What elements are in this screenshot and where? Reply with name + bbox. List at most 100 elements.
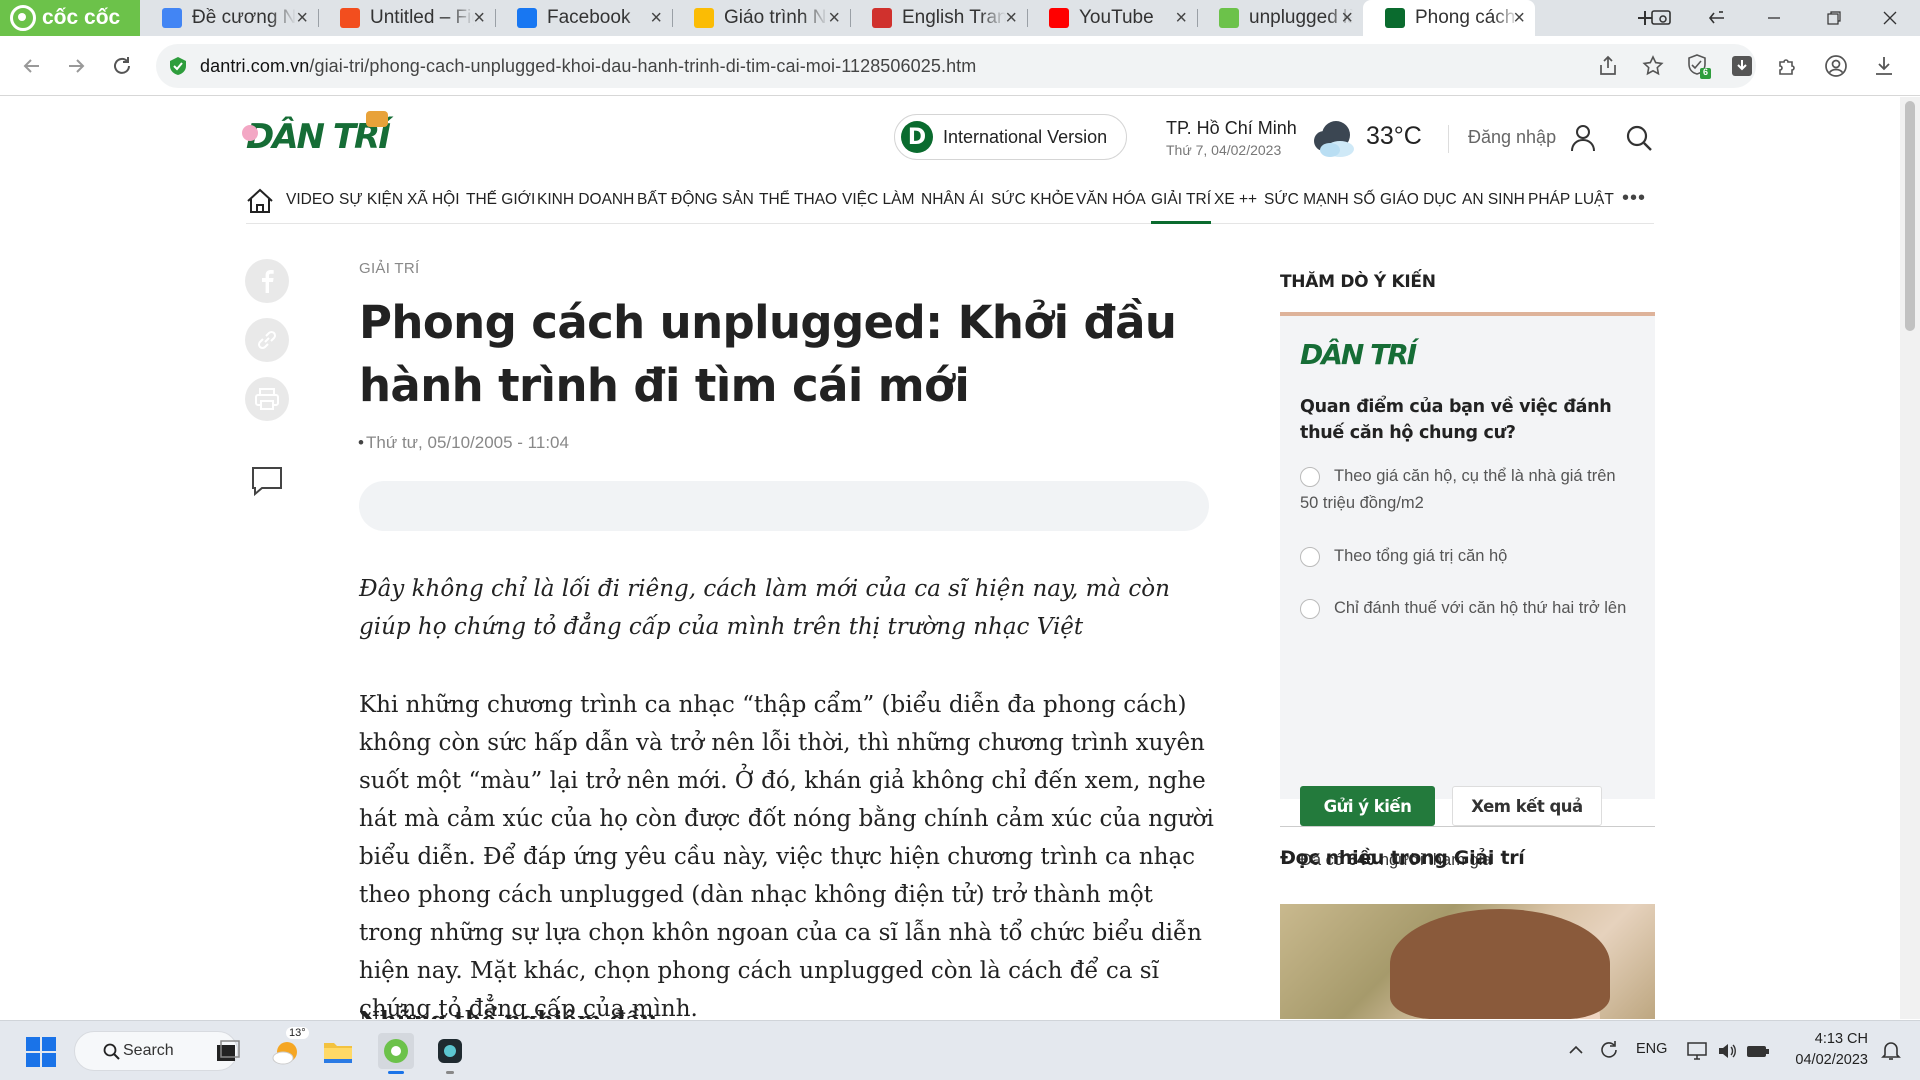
tab-search-icon-wrap[interactable] <box>1634 0 1690 36</box>
poll-option[interactable]: Theo giá căn hộ, cụ thể là nhà giá trên … <box>1300 463 1630 517</box>
reload-button[interactable] <box>106 50 138 82</box>
network-icon[interactable] <box>1686 1040 1708 1062</box>
menu-item[interactable]: VIỆC LÀM <box>842 191 914 209</box>
page-scrollbar[interactable] <box>1900 97 1920 1019</box>
start-button[interactable] <box>26 1037 56 1067</box>
article-category[interactable]: GIẢI TRÍ <box>359 260 419 277</box>
international-version-button[interactable]: D International Version <box>894 114 1127 160</box>
notification-bell-icon[interactable] <box>1880 1040 1902 1062</box>
clock-time[interactable]: 4:13 CH <box>1790 1031 1868 1047</box>
copy-link-button[interactable] <box>245 318 289 362</box>
close-window-button[interactable] <box>1862 0 1918 36</box>
tab-title: Giáo trình NH <box>724 7 828 28</box>
close-tab-icon[interactable]: × <box>473 7 485 30</box>
minimize-button[interactable] <box>1746 0 1802 36</box>
bookmark-button[interactable] <box>1639 52 1667 80</box>
menu-item[interactable]: VIDEO <box>286 191 334 209</box>
view-results-button[interactable]: Xem kết quả <box>1452 786 1602 826</box>
close-tab-icon[interactable]: × <box>1341 7 1353 30</box>
back-button[interactable] <box>16 50 48 82</box>
menu-item[interactable]: NHÂN ÁI <box>921 191 984 209</box>
address-bar[interactable]: dantri.com.vn/giai-tri/phong-cach-unplug… <box>156 44 1756 88</box>
profile-button[interactable] <box>1822 52 1850 80</box>
comment-icon[interactable] <box>250 465 284 499</box>
audio-player-placeholder[interactable] <box>359 481 1209 531</box>
more-menu-button[interactable]: ••• <box>1622 187 1646 210</box>
coccoc-menu-button[interactable]: cốc cốc <box>0 0 140 36</box>
chevron-up-icon[interactable] <box>1568 1043 1584 1057</box>
poll-option[interactable]: Theo tổng giá trị căn hộ <box>1300 543 1630 570</box>
forward-button[interactable] <box>60 50 92 82</box>
input-language[interactable]: ENG <box>1636 1041 1667 1057</box>
menu-item[interactable]: VĂN HÓA <box>1076 191 1146 209</box>
weather-widget[interactable]: 13° <box>268 1027 309 1069</box>
figma-icon <box>340 8 360 28</box>
menu-item[interactable]: THẾ GIỚI <box>466 191 535 209</box>
close-tab-icon[interactable]: × <box>1513 7 1525 30</box>
arrow-right-icon <box>69 59 85 73</box>
browser-tab[interactable]: Giáo trình NH× <box>672 0 850 36</box>
browser-tab[interactable]: YouTube × <box>1027 0 1197 36</box>
adblock-button[interactable]: 6 <box>1684 52 1712 80</box>
menu-item[interactable]: SỨC KHỎE <box>991 191 1074 209</box>
clock-date[interactable]: 04/02/2023 <box>1790 1052 1868 1068</box>
close-tab-icon[interactable]: × <box>828 7 840 30</box>
tab-title: Untitled – Figma <box>370 7 474 28</box>
submit-vote-button[interactable]: Gửi ý kiến <box>1300 786 1435 826</box>
menu-item[interactable]: THỂ THAO <box>759 191 837 209</box>
menu-item[interactable]: AN SINH <box>1462 191 1525 209</box>
menu-item[interactable]: PHÁP LUẬT <box>1528 191 1614 209</box>
browser-tab[interactable]: Đề cương NH× <box>140 0 318 36</box>
close-tab-icon[interactable]: × <box>1005 7 1017 30</box>
radio-button[interactable] <box>1300 599 1320 619</box>
menu-item[interactable]: GIẢI TRÍ <box>1151 191 1212 224</box>
restore-button[interactable] <box>1806 0 1862 36</box>
menu-item[interactable]: XÃ HỘI <box>407 191 460 209</box>
coccoc-taskbar-button[interactable] <box>378 1033 414 1074</box>
user-icon[interactable] <box>1570 124 1596 152</box>
volume-icon[interactable] <box>1716 1040 1738 1062</box>
extensions-button[interactable] <box>1774 52 1802 80</box>
radio-button[interactable] <box>1300 547 1320 567</box>
menu-item[interactable]: KINH DOANH <box>537 191 634 209</box>
scrollbar-thumb[interactable] <box>1905 101 1915 331</box>
share-facebook-button[interactable] <box>245 259 289 303</box>
login-link[interactable]: Đăng nhập <box>1468 127 1556 148</box>
facebook-icon <box>517 8 537 28</box>
dantri-logo[interactable]: DÂN TRÍ <box>242 111 391 157</box>
google-drive-icon <box>694 8 714 28</box>
menu-item[interactable]: GIÁO DỤC <box>1380 191 1457 209</box>
search-icon[interactable] <box>1625 124 1653 152</box>
browser-tab[interactable]: unplugged là gì× <box>1197 0 1363 36</box>
close-tab-icon[interactable]: × <box>1175 7 1187 30</box>
download-page-button[interactable] <box>1728 52 1756 80</box>
battery-icon[interactable] <box>1746 1040 1770 1062</box>
share-page-button[interactable] <box>1594 52 1622 80</box>
task-view-button[interactable] <box>210 1033 246 1069</box>
browser-tab[interactable]: English Translate× <box>850 0 1027 36</box>
browser-tab[interactable]: Untitled – Figma× <box>318 0 495 36</box>
poll-option[interactable]: Chỉ đánh thuế với căn hộ thứ hai trở lên <box>1300 595 1630 622</box>
menu-item[interactable]: SỰ KIỆN <box>339 191 403 209</box>
file-explorer-button[interactable] <box>320 1033 356 1069</box>
url-text: dantri.com.vn/giai-tri/phong-cach-unplug… <box>200 56 976 77</box>
menu-item[interactable]: SỨC MẠNH SỐ <box>1264 191 1375 209</box>
browser-brand: cốc cốc <box>42 6 121 29</box>
dantri-icon <box>1385 8 1405 28</box>
app-taskbar-button[interactable] <box>432 1033 468 1074</box>
popular-article-image[interactable] <box>1280 904 1655 1019</box>
close-tab-icon[interactable]: × <box>296 7 308 30</box>
downloads-button[interactable] <box>1870 52 1898 80</box>
menu-item[interactable]: XE ++ <box>1214 191 1257 209</box>
browser-tab[interactable]: Phong cách unplugged× <box>1363 0 1535 36</box>
close-tab-icon[interactable]: × <box>650 7 662 30</box>
home-icon[interactable] <box>246 188 274 214</box>
browser-tab[interactable]: Facebook × <box>495 0 672 36</box>
menu-item[interactable]: BẤT ĐỘNG SẢN <box>637 191 754 209</box>
back-history-button[interactable] <box>1690 0 1746 36</box>
sync-icon[interactable] <box>1598 1039 1620 1061</box>
browser-toolbar: dantri.com.vn/giai-tri/phong-cach-unplug… <box>0 36 1920 96</box>
print-button[interactable] <box>245 377 289 421</box>
account-icon <box>1825 55 1847 77</box>
radio-button[interactable] <box>1300 467 1320 487</box>
